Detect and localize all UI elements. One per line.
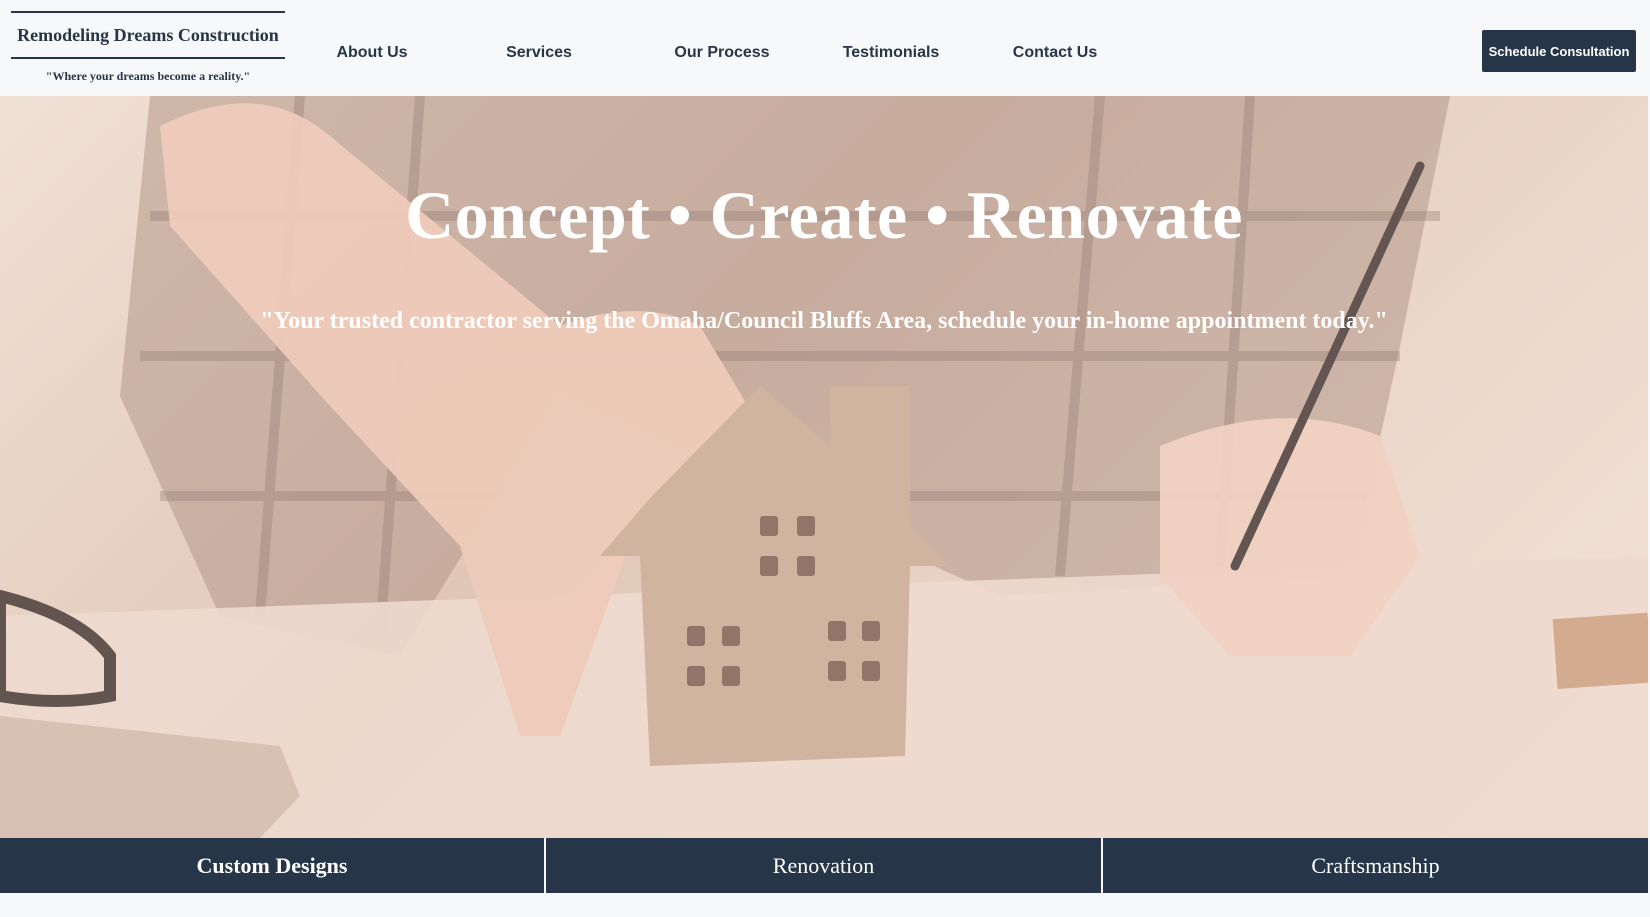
nav-about-us[interactable]: About Us [336,44,407,62]
feature-custom-designs[interactable]: Custom Designs [0,838,544,893]
nav-our-process[interactable]: Our Process [674,44,769,62]
hero-section: Concept • Create • Renovate "Your truste… [0,96,1648,838]
feature-craftsmanship[interactable]: Craftsmanship [1103,838,1648,893]
features-bar: Custom Designs Renovation Craftsmanship [0,838,1648,893]
brand-tagline: "Where your dreams become a reality." [45,69,251,83]
main-nav: About Us Services Our Process Testimonia… [0,44,1200,66]
nav-contact-us[interactable]: Contact Us [1013,44,1097,62]
hero-subtitle: "Your trusted contractor serving the Oma… [260,308,1388,334]
schedule-consultation-button[interactable]: Schedule Consultation [1482,30,1636,72]
site-header: Remodeling Dreams Construction "Where yo… [0,0,1650,96]
nav-services[interactable]: Services [506,44,572,62]
feature-renovation[interactable]: Renovation [546,838,1101,893]
hero-title: Concept • Create • Renovate [405,177,1243,253]
nav-testimonials[interactable]: Testimonials [843,44,940,62]
